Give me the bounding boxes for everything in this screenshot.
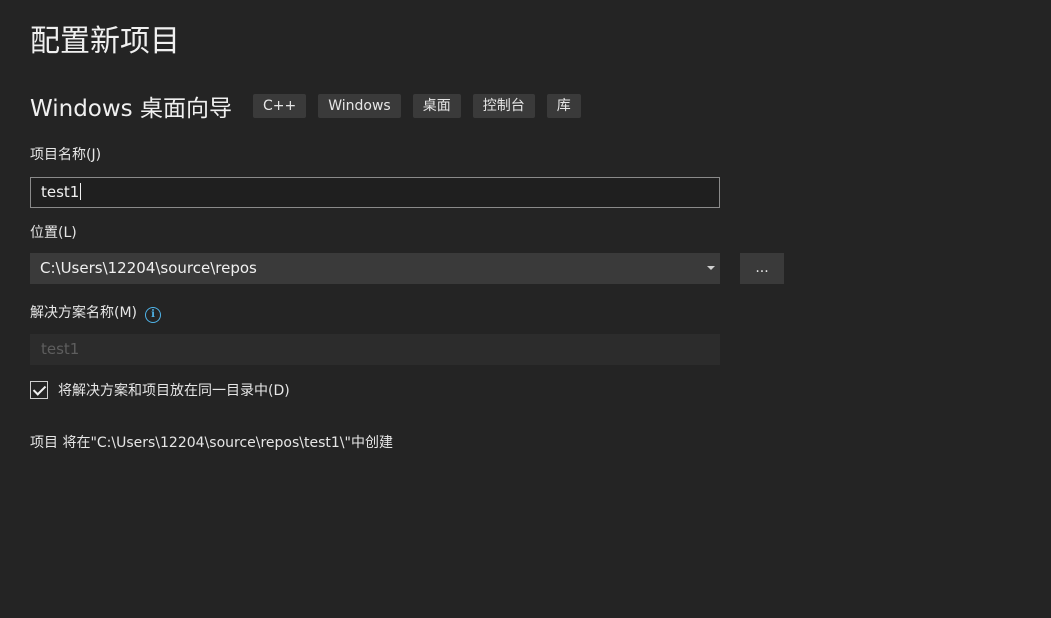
browse-button[interactable]: ... [740,253,784,284]
page-title: 配置新项目 [30,24,180,59]
tag-library: 库 [546,94,581,118]
solution-name-label: 解决方案名称(M) [30,305,138,321]
template-name: Windows 桌面向导 [30,96,232,122]
same-directory-label[interactable]: 将解决方案和项目放在同一目录中(D) [58,380,290,400]
project-name-label: 项目名称(J) [30,147,102,163]
tag-cpp: C++ [252,94,307,118]
project-path-summary: 项目 将在"C:\Users\12204\source\repos\test1\… [30,435,393,451]
info-icon[interactable]: i [145,307,162,323]
solution-name-input: test1 [30,334,720,365]
location-label: 位置(L) [30,225,77,241]
location-value: C:\Users\12204\source\repos [40,259,257,277]
checkmark-icon [32,382,47,396]
chevron-down-icon[interactable] [707,266,715,270]
solution-name-value: test1 [41,340,80,358]
location-combobox[interactable]: C:\Users\12204\source\repos [30,253,720,284]
same-directory-option[interactable]: 将解决方案和项目放在同一目录中(D) [30,380,290,400]
configure-project-page: 配置新项目 Windows 桌面向导 C++ Windows 桌面 控制台 库 … [0,0,1051,618]
project-name-value: test1 [41,183,80,201]
template-header: Windows 桌面向导 C++ Windows 桌面 控制台 库 [30,92,593,122]
same-directory-checkbox[interactable] [30,381,48,399]
text-caret [80,183,82,200]
tag-windows: Windows [318,94,401,118]
project-name-input[interactable]: test1 [30,177,720,208]
tag-console: 控制台 [472,94,535,118]
tag-desktop: 桌面 [412,94,461,118]
solution-name-label-row: 解决方案名称(M) i [30,303,162,323]
